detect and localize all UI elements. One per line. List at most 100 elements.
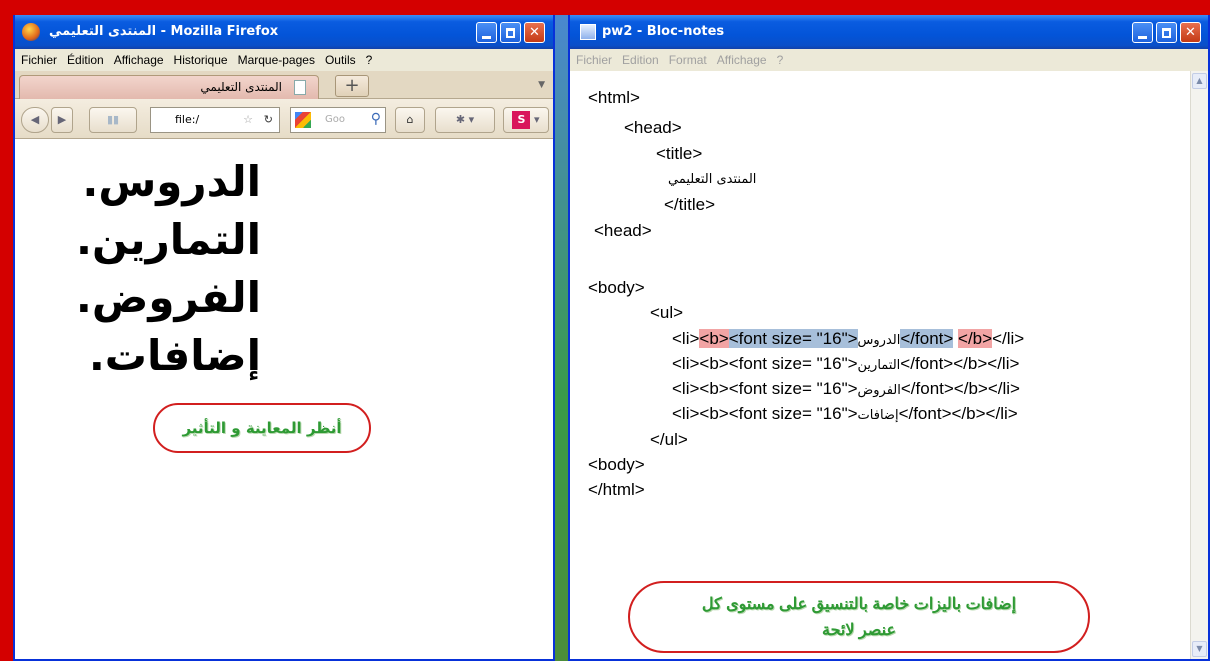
back-arrow-icon: ◀ bbox=[30, 113, 40, 126]
desktop-background bbox=[555, 15, 568, 661]
code-line-item-1: <li><b><font size= "16">الدروس</font> </… bbox=[672, 326, 1024, 353]
code-tag: <li> bbox=[672, 329, 700, 348]
tab-list-chevron-icon[interactable]: ▼ bbox=[538, 80, 545, 90]
code-tag-highlight: <b> bbox=[699, 329, 729, 348]
code-tag: </li> bbox=[992, 329, 1025, 348]
menu-help[interactable]: ? bbox=[366, 53, 373, 67]
scroll-down-icon[interactable]: ▼ bbox=[1192, 641, 1207, 657]
menu-fichier[interactable]: Fichier bbox=[21, 53, 57, 67]
home-icon: ⌂ bbox=[406, 113, 414, 126]
bookmark-star-icon[interactable]: ☆ bbox=[243, 108, 253, 132]
maximize-button[interactable] bbox=[500, 22, 521, 43]
addon-button[interactable]: ✱ ▾ bbox=[435, 107, 495, 133]
code-line: <head> bbox=[594, 221, 652, 240]
code-line-item-2: <li><b><font size= "16">التمارين</font><… bbox=[672, 351, 1019, 378]
code-line: </ul> bbox=[650, 430, 688, 449]
google-icon bbox=[295, 112, 311, 128]
code-tag: <li> bbox=[672, 354, 700, 373]
notepad-titlebar[interactable]: pw2 - Bloc-notes ✕ bbox=[570, 15, 1208, 49]
vertical-scrollbar[interactable]: ▲ ▼ bbox=[1190, 71, 1208, 659]
code-tag: <b> bbox=[699, 379, 729, 398]
menu-format[interactable]: Format bbox=[669, 53, 707, 67]
search-box[interactable]: Goo ⚲ bbox=[290, 107, 386, 133]
code-tag: </li> bbox=[985, 404, 1018, 423]
code-line: <head> bbox=[624, 118, 682, 137]
code-tag: <b> bbox=[699, 404, 729, 423]
home-button[interactable]: ⌂ bbox=[395, 107, 425, 133]
preview-callout: أنظر المعاينة و التأثير bbox=[153, 403, 371, 453]
notepad-icon bbox=[580, 24, 596, 40]
statistics-button[interactable]: ▮▮ bbox=[89, 107, 137, 133]
close-icon: ✕ bbox=[529, 25, 540, 40]
menu-outils[interactable]: Outils bbox=[325, 53, 356, 67]
list-item: التمارين. bbox=[76, 215, 261, 264]
list-item: الدروس. bbox=[82, 157, 261, 206]
code-line: المنتدى التعليمي bbox=[668, 172, 757, 187]
code-tag-highlight: <font size= "16"> bbox=[728, 329, 858, 348]
s-icon: S bbox=[512, 111, 531, 129]
forward-arrow-icon: ▶ bbox=[57, 113, 67, 126]
code-line: </html> bbox=[588, 480, 645, 499]
code-tag: <b> bbox=[699, 354, 729, 373]
search-icon[interactable]: ⚲ bbox=[371, 107, 381, 131]
close-icon: ✕ bbox=[1185, 25, 1196, 40]
navigation-toolbar: ◀ ▶ ▮▮ file:/ ☆ ↻ Goo ⚲ ⌂ ✱ ▾ S ▾ bbox=[15, 99, 553, 139]
tab-strip: المنتدى التعليمي + ▼ bbox=[15, 71, 553, 99]
code-tag-highlight: </font> bbox=[900, 329, 954, 348]
code-tag: </li> bbox=[987, 354, 1020, 373]
menu-edition[interactable]: Édition bbox=[67, 53, 104, 67]
code-line: </title> bbox=[664, 195, 716, 214]
menu-fichier[interactable]: Fichier bbox=[576, 53, 612, 67]
url-bar[interactable]: file:/ ☆ ↻ bbox=[150, 107, 280, 133]
code-line-item-3: <li><b><font size= "16">الفروض</font></b… bbox=[672, 376, 1020, 403]
code-text: إضافات bbox=[857, 408, 899, 423]
firefox-page-content: الدروس. التمارين. الفروض. إضافات. bbox=[15, 139, 553, 659]
tab-current[interactable]: المنتدى التعليمي bbox=[19, 75, 319, 99]
code-line: <title> bbox=[656, 144, 703, 163]
minimize-button[interactable] bbox=[476, 22, 497, 43]
menu-historique[interactable]: Historique bbox=[174, 53, 228, 67]
maximize-button[interactable] bbox=[1156, 22, 1177, 43]
code-line: <body> bbox=[588, 278, 645, 297]
code-tag-highlight: </b> bbox=[958, 329, 993, 348]
back-button[interactable]: ◀ bbox=[21, 107, 49, 133]
menu-affichage[interactable]: Affichage bbox=[717, 53, 767, 67]
scroll-up-icon[interactable]: ▲ bbox=[1192, 73, 1207, 89]
code-tag: <font size= "16"> bbox=[728, 379, 858, 398]
menu-help[interactable]: ? bbox=[777, 53, 784, 67]
firefox-titlebar[interactable]: المنتدى التعليمي - Mozilla Firefox ✕ bbox=[15, 15, 553, 49]
forward-button[interactable]: ▶ bbox=[51, 107, 73, 133]
code-tag: </font> bbox=[900, 354, 954, 373]
bar-chart-icon: ▮▮ bbox=[106, 113, 120, 126]
code-text: الدروس bbox=[857, 333, 901, 348]
s-addon-button[interactable]: S ▾ bbox=[503, 107, 549, 133]
menu-marque-pages[interactable]: Marque-pages bbox=[238, 53, 315, 67]
reload-icon[interactable]: ↻ bbox=[264, 108, 273, 132]
rendered-list: الدروس. التمارين. الفروض. إضافات. bbox=[51, 153, 261, 385]
code-text: التمارين bbox=[857, 358, 901, 373]
list-item: الفروض. bbox=[75, 273, 261, 322]
notepad-menubar: Fichier Edition Format Affichage ? bbox=[570, 49, 1208, 71]
close-button[interactable]: ✕ bbox=[524, 22, 545, 43]
list-item: إضافات. bbox=[88, 331, 261, 380]
code-tag: <li> bbox=[672, 404, 700, 423]
code-text: الفروض bbox=[857, 383, 901, 398]
firefox-menubar: Fichier Édition Affichage Historique Mar… bbox=[15, 49, 553, 71]
code-line-item-4: <li><b><font size= "16">إضافات</font></b… bbox=[672, 401, 1018, 428]
code-tag: </li> bbox=[987, 379, 1020, 398]
firefox-logo-icon bbox=[22, 23, 40, 41]
notepad-text-area[interactable]: <html> <head> <title> المنتدى التعليمي <… bbox=[570, 71, 1190, 659]
code-tag: </b> bbox=[953, 354, 988, 373]
firefox-window-title: المنتدى التعليمي - Mozilla Firefox bbox=[49, 24, 279, 39]
menu-affichage[interactable]: Affichage bbox=[114, 53, 164, 67]
code-tag: </b> bbox=[951, 404, 986, 423]
new-tab-button[interactable]: + bbox=[335, 75, 369, 97]
close-button[interactable]: ✕ bbox=[1180, 22, 1201, 43]
formatting-callout: إضافات باليزات خاصة بالتنسيق على مستوى ك… bbox=[628, 581, 1090, 653]
minimize-button[interactable] bbox=[1132, 22, 1153, 43]
notepad-window-title: pw2 - Bloc-notes bbox=[602, 24, 725, 39]
menu-edition[interactable]: Edition bbox=[622, 53, 659, 67]
page-icon bbox=[294, 80, 306, 95]
code-line: <body> bbox=[588, 455, 645, 474]
tab-label: المنتدى التعليمي bbox=[200, 80, 282, 94]
